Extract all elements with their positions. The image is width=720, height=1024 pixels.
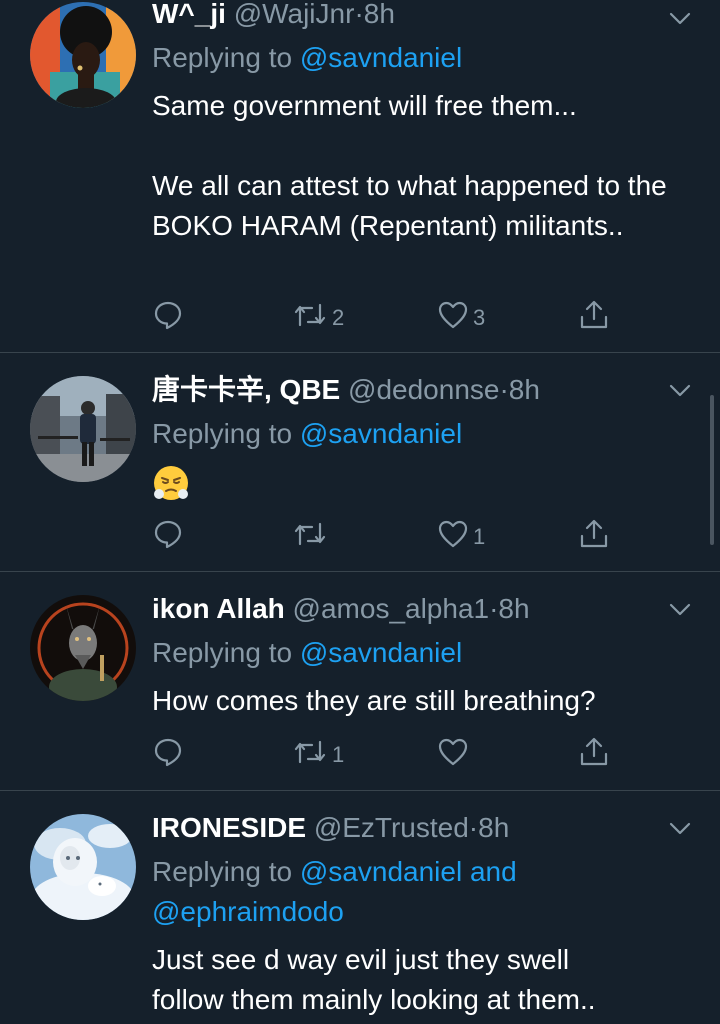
share-icon [578, 518, 610, 556]
tweet-header: W^_ji @WajiJnr·8h [152, 0, 690, 32]
avatar[interactable] [30, 814, 136, 920]
share-icon [578, 299, 610, 337]
like-button[interactable] [437, 737, 473, 773]
display-name[interactable]: W^_ji [152, 0, 226, 29]
mention-link[interactable]: @savndaniel and [300, 856, 517, 887]
replying-to-label: Replying to [152, 42, 293, 73]
timestamp[interactable]: 8h [498, 593, 529, 624]
retweet-icon [292, 518, 328, 556]
display-name[interactable]: ikon Allah [152, 593, 285, 624]
share-icon [578, 736, 610, 774]
retweet-count: 2 [332, 305, 345, 330]
tweet[interactable]: IRONESIDE @EzTrusted·8h Replying to @sav… [0, 790, 720, 1024]
timestamp[interactable]: 8h [509, 374, 540, 405]
separator-dot: · [354, 0, 364, 29]
retweet-icon [292, 299, 328, 337]
retweet-count: 1 [332, 742, 345, 767]
mention-link[interactable]: @savndaniel [300, 42, 462, 73]
replying-to: Replying to @savndaniel [152, 38, 690, 78]
separator-dot: · [468, 812, 479, 843]
tweet[interactable]: W^_ji @WajiJnr·8h Replying to @savndanie… [0, 0, 720, 352]
tweet-header: IRONESIDE @EzTrusted·8h [152, 810, 690, 846]
tweet-text: Same government will free them... We all… [152, 90, 667, 241]
share-button[interactable] [578, 519, 610, 555]
share-button[interactable] [578, 300, 610, 336]
like-count: 3 [473, 305, 486, 330]
share-button[interactable] [578, 737, 610, 773]
mention-link[interactable]: @ephraimdodo [152, 896, 344, 927]
user-handle[interactable]: @EzTrusted [314, 812, 469, 843]
retweet-icon [292, 736, 328, 774]
user-handle[interactable]: @dedonnse [348, 374, 499, 405]
like-count: 1 [473, 524, 486, 549]
avatar[interactable] [30, 376, 136, 482]
user-handle[interactable]: @amos_alpha1 [293, 593, 490, 624]
tweet-header: ikon Allah @amos_alpha1·8h [152, 591, 690, 627]
user-handle[interactable]: @WajiJnr [234, 0, 355, 29]
tweet-actions: 1 [152, 737, 622, 773]
heart-icon [437, 736, 469, 774]
tweet-text: How comes they are still breathing? [152, 685, 596, 716]
replying-to: Replying to @savndaniel [152, 633, 690, 673]
reply-button[interactable] [152, 737, 188, 773]
display-name[interactable]: IRONESIDE [152, 812, 306, 843]
tweet-actions: 1 [152, 519, 622, 555]
reply-button[interactable] [152, 519, 188, 555]
retweet-button[interactable] [292, 519, 332, 555]
timestamp[interactable]: 8h [478, 812, 509, 843]
replying-to-label: Replying to [152, 418, 293, 449]
replying-to-label: Replying to [152, 856, 293, 887]
replying-to-label: Replying to [152, 637, 293, 668]
reply-icon [152, 299, 184, 337]
tweet[interactable]: 唐卡卡辛, QBE @dedonnse·8h Replying to @savn… [0, 352, 720, 571]
heart-icon [437, 518, 469, 556]
separator-dot: · [499, 374, 509, 405]
mention-link[interactable]: @savndaniel [300, 418, 462, 449]
timestamp[interactable]: 8h [364, 0, 395, 29]
display-name[interactable]: 唐卡卡辛, QBE [152, 374, 340, 405]
avatar[interactable] [30, 2, 136, 108]
heart-icon [437, 299, 469, 337]
like-button[interactable]: 3 [437, 300, 485, 336]
reply-button[interactable] [152, 300, 188, 336]
reply-feed: W^_ji @WajiJnr·8h Replying to @savndanie… [0, 0, 720, 1024]
retweet-button[interactable]: 2 [292, 300, 344, 336]
avatar[interactable] [30, 595, 136, 701]
reply-icon [152, 736, 184, 774]
scrollbar[interactable] [710, 395, 714, 545]
reply-icon [152, 518, 184, 556]
face-with-steam-from-nose-emoji [152, 464, 190, 502]
retweet-button[interactable]: 1 [292, 737, 344, 773]
replying-to: Replying to @savndaniel and @ephraimdodo [152, 852, 690, 932]
tweet[interactable]: ikon Allah @amos_alpha1·8h Replying to @… [0, 571, 720, 790]
tweet-header: 唐卡卡辛, QBE @dedonnse·8h [152, 372, 690, 408]
tweet-actions: 2 3 [152, 300, 622, 336]
tweet-text: Just see d way evil just they swell foll… [152, 944, 596, 1015]
mention-link[interactable]: @savndaniel [300, 637, 462, 668]
replying-to: Replying to @savndaniel [152, 414, 690, 454]
like-button[interactable]: 1 [437, 519, 485, 555]
